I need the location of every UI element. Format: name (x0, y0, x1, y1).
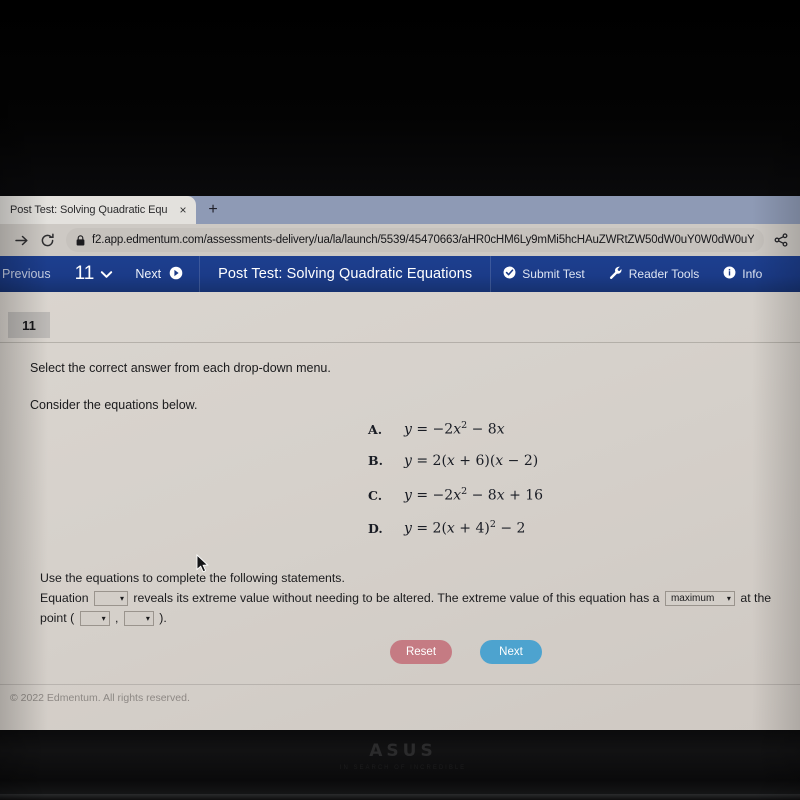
photo-of-laptop-screen: Post Test: Solving Quadratic Equ × + f2.… (0, 0, 800, 800)
chevron-down-icon: ▾ (145, 613, 150, 623)
browser-tab-strip: Post Test: Solving Quadratic Equ × + (0, 196, 800, 224)
point-x-select[interactable]: ▾ (79, 611, 110, 627)
reset-button[interactable]: Reset (390, 640, 452, 664)
equation-body: y = 2(x + 4)2 − 2 (404, 519, 526, 537)
statement-text-equation: Equation (40, 591, 89, 605)
question-number-dropdown[interactable]: 11 (65, 256, 124, 292)
previous-button-label: Previous (2, 267, 51, 281)
equation-label: B. (368, 453, 383, 468)
chevron-down-icon (100, 263, 113, 285)
equation-select[interactable]: ▾ (93, 591, 128, 607)
assessment-page-body: 11 Select the correct answer from each d… (0, 292, 800, 730)
reader-tools-button[interactable]: Reader Tools (597, 256, 712, 292)
close-icon[interactable]: × (176, 203, 190, 217)
asus-brand-tagline: IN SEARCH OF INCREDIBLE (339, 765, 467, 771)
check-circle-icon (503, 266, 516, 282)
question-prompt: Consider the equations below. (30, 398, 198, 412)
equation-body: y = −2x2 − 8x (404, 420, 505, 438)
assessment-toolbar: Previous 11 Next Post Test: Solving Quad… (0, 256, 800, 292)
info-circle-icon (723, 266, 736, 282)
address-bar-url: f2.app.edmentum.com/assessments-delivery… (92, 234, 754, 246)
question-number-value: 11 (74, 263, 95, 284)
statements-intro: Use the equations to complete the follow… (40, 571, 345, 585)
equation-list: A. y = −2x2 − 8x B. y = 2(x + 6)(x − 2) … (368, 420, 543, 552)
statement-text-reveals: reveals its extreme value without needin… (133, 591, 660, 605)
next-circle-arrow-icon (169, 266, 183, 283)
lock-icon (76, 234, 85, 246)
laptop-top-bezel (0, 0, 800, 196)
statement-line-3: point ( ▾ , ▾ ). (40, 608, 780, 628)
extreme-value-select[interactable]: maximum ▾ (664, 591, 735, 607)
browser-tab[interactable]: Post Test: Solving Quadratic Equ × (0, 196, 196, 224)
divider (0, 342, 800, 343)
next-question-button[interactable]: Next (123, 256, 199, 292)
question-number-badge: 11 (8, 312, 50, 338)
statements-block: Use the equations to complete the follow… (40, 568, 780, 628)
reload-icon[interactable] (34, 227, 60, 253)
equation-row: C. y = −2x2 − 8x + 16 (368, 486, 543, 519)
previous-button[interactable]: Previous (0, 256, 65, 292)
chevron-down-icon: ▾ (101, 613, 106, 623)
info-button[interactable]: Info (711, 256, 774, 292)
equation-body: y = 2(x + 6)(x − 2) (404, 453, 539, 469)
equation-row: B. y = 2(x + 6)(x − 2) (368, 453, 543, 486)
statement-text-point-open: point ( (40, 611, 75, 625)
action-buttons: Reset Next (390, 640, 542, 664)
statement-text-comma: , (115, 611, 119, 625)
share-icon[interactable] (770, 229, 792, 251)
equation-label: A. (368, 421, 383, 437)
equation-label: D. (368, 520, 383, 536)
bezel-edge-highlight (0, 794, 800, 800)
reader-tools-label: Reader Tools (628, 267, 700, 281)
new-tab-icon[interactable]: + (203, 200, 223, 220)
statement-text-atthe: at the (740, 591, 772, 605)
browser-window: Post Test: Solving Quadratic Equ × + f2.… (0, 196, 800, 730)
assessment-title: Post Test: Solving Quadratic Equations (218, 266, 473, 282)
submit-test-label: Submit Test (522, 267, 585, 281)
asus-brand-logo: ASUS (369, 741, 437, 761)
equation-row: A. y = −2x2 − 8x (368, 420, 543, 453)
address-bar[interactable]: f2.app.edmentum.com/assessments-delivery… (66, 228, 764, 252)
copyright-text: © 2022 Edmentum. All rights reserved. (10, 692, 190, 704)
forward-arrow-icon[interactable] (8, 227, 34, 253)
browser-tab-title: Post Test: Solving Quadratic Equ (10, 204, 168, 216)
statement-line-2: Equation ▾ reveals its extreme value wit… (40, 588, 780, 608)
equation-row: D. y = 2(x + 4)2 − 2 (368, 519, 543, 552)
equation-body: y = −2x2 − 8x + 16 (404, 486, 544, 504)
point-y-select[interactable]: ▾ (123, 611, 154, 627)
next-button[interactable]: Next (480, 640, 542, 664)
chevron-down-icon: ▾ (119, 593, 124, 603)
wrench-icon (609, 266, 623, 283)
footer-divider (0, 684, 800, 685)
chevron-down-icon: ▾ (726, 593, 731, 603)
browser-toolbar: f2.app.edmentum.com/assessments-delivery… (0, 224, 800, 256)
info-label: Info (742, 267, 763, 281)
submit-test-button[interactable]: Submit Test (491, 256, 596, 292)
extreme-value-select-value: maximum (670, 592, 715, 604)
statement-text-point-close: ). (159, 611, 167, 625)
equation-label: C. (368, 487, 383, 503)
next-question-label: Next (135, 267, 162, 281)
question-instruction: Select the correct answer from each drop… (30, 361, 331, 375)
